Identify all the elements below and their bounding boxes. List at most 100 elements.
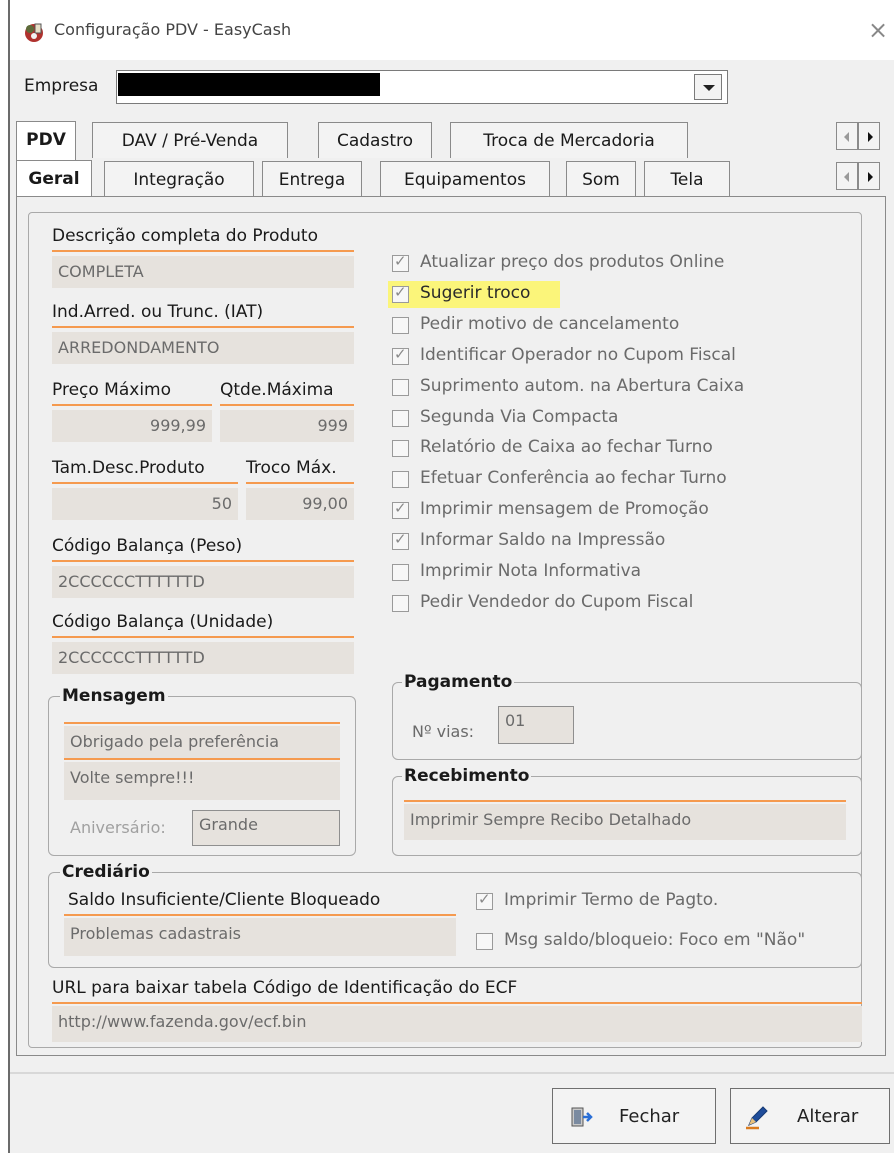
underline bbox=[52, 560, 354, 562]
option-label: Informar Saldo na Impressão bbox=[420, 530, 666, 550]
underline bbox=[52, 326, 354, 328]
option-label: Identificar Operador no Cupom Fiscal bbox=[420, 345, 736, 365]
tab-label: Troca de Mercadoria bbox=[483, 131, 655, 151]
tab-dav-pre-venda[interactable]: DAV / Pré-Venda bbox=[92, 122, 288, 158]
check-icon: ✓ bbox=[394, 499, 407, 517]
subtab-scroll-right-icon[interactable] bbox=[858, 162, 880, 190]
pen-icon bbox=[743, 1103, 771, 1136]
saldo-insuficiente-field[interactable]: Problemas cadastrais bbox=[64, 918, 456, 956]
check-icon: ✓ bbox=[394, 345, 407, 363]
aniversario-field[interactable]: Grande bbox=[192, 810, 340, 846]
url-label: URL para baixar tabela Código de Identif… bbox=[52, 978, 518, 998]
option-label: Sugerir troco bbox=[420, 283, 531, 303]
crediario-title: Crediário bbox=[60, 862, 152, 882]
troco-max-label: Troco Máx. bbox=[246, 458, 337, 478]
saldo-insuficiente-label: Saldo Insuficiente/Cliente Bloqueado bbox=[68, 890, 381, 910]
subtab-scroll-left-icon[interactable] bbox=[836, 162, 858, 190]
tab-scroll-left-icon[interactable] bbox=[836, 122, 858, 150]
alterar-button[interactable]: Alterar bbox=[730, 1088, 890, 1144]
option-checkbox-9[interactable]: ✓ Informar Saldo na Impressão bbox=[392, 528, 792, 556]
option-label: Pedir motivo de cancelamento bbox=[420, 314, 680, 334]
option-checkbox-5[interactable]: Segunda Via Compacta bbox=[392, 405, 792, 433]
checkbox-icon[interactable] bbox=[392, 595, 409, 612]
underline bbox=[64, 722, 340, 724]
option-checkbox-11[interactable]: Pedir Vendedor do Cupom Fiscal bbox=[392, 590, 792, 618]
option-label: Pedir Vendedor do Cupom Fiscal bbox=[420, 592, 694, 612]
empresa-label: Empresa bbox=[24, 76, 99, 96]
option-checkbox-0[interactable]: ✓ Atualizar preço dos produtos Online bbox=[392, 250, 792, 278]
chevron-down-icon[interactable] bbox=[694, 74, 722, 100]
underline bbox=[52, 250, 354, 252]
option-label: Efetuar Conferência ao fechar Turno bbox=[420, 468, 727, 488]
qtde-maxima-field[interactable]: 999 bbox=[220, 410, 354, 442]
tab-label: Cadastro bbox=[336, 131, 414, 151]
url-field[interactable]: http://www.fazenda.gov/ecf.bin bbox=[52, 1006, 862, 1042]
underline bbox=[64, 914, 456, 916]
tab-label: Integração bbox=[133, 170, 225, 190]
underline bbox=[52, 1002, 862, 1004]
tam-desc-label: Tam.Desc.Produto bbox=[52, 458, 205, 478]
troco-max-field[interactable]: 99,00 bbox=[246, 488, 354, 520]
empresa-redacted-value bbox=[118, 73, 380, 96]
iat-field[interactable]: ARREDONDAMENTO bbox=[52, 332, 354, 364]
option-checkbox-2[interactable]: Pedir motivo de cancelamento bbox=[392, 312, 792, 340]
tab-geral[interactable]: Geral bbox=[16, 160, 92, 198]
tab-tela[interactable]: Tela bbox=[644, 161, 730, 197]
checkbox-icon[interactable] bbox=[392, 410, 409, 427]
imprimir-termo-checkbox[interactable]: ✓ Imprimir Termo de Pagto. bbox=[476, 888, 806, 916]
vias-field[interactable]: 01 bbox=[498, 706, 574, 744]
tab-label: Tela bbox=[670, 170, 704, 190]
iat-label: Ind.Arred. ou Trunc. (IAT) bbox=[52, 302, 264, 322]
checkbox-icon[interactable]: ✓ bbox=[392, 283, 409, 303]
tab-troca-de-mercadoria[interactable]: Troca de Mercadoria bbox=[450, 122, 688, 158]
checkbox-icon[interactable]: ✓ bbox=[392, 252, 409, 272]
option-checkbox-4[interactable]: Suprimento autom. na Abertura Caixa bbox=[392, 374, 792, 402]
tab-label: PDV bbox=[26, 130, 66, 150]
option-checkbox-10[interactable]: Imprimir Nota Informativa bbox=[392, 559, 792, 587]
mensagem-line1-field[interactable]: Obrigado pela preferência bbox=[64, 726, 340, 758]
option-checkbox-7[interactable]: Efetuar Conferência ao fechar Turno bbox=[392, 466, 792, 494]
msg-saldo-foco-checkbox[interactable]: Msg saldo/bloqueio: Foco em "Não" bbox=[476, 928, 856, 956]
checkbox-icon[interactable]: ✓ bbox=[392, 345, 409, 365]
option-label: Atualizar preço dos produtos Online bbox=[420, 252, 725, 272]
checkbox-icon[interactable]: ✓ bbox=[392, 499, 409, 519]
recebimento-title: Recebimento bbox=[402, 766, 532, 786]
tab-entrega[interactable]: Entrega bbox=[262, 161, 362, 197]
checkbox-icon[interactable] bbox=[392, 471, 409, 488]
tab-label: Geral bbox=[28, 169, 80, 189]
underline bbox=[52, 404, 212, 406]
option-label: Imprimir mensagem de Promoção bbox=[420, 499, 709, 519]
fechar-button[interactable]: Fechar bbox=[552, 1088, 716, 1144]
checkbox-icon[interactable]: ✓ bbox=[392, 530, 409, 550]
tab-integracao[interactable]: Integração bbox=[104, 161, 254, 197]
tab-som[interactable]: Som bbox=[566, 161, 636, 197]
checkbox-icon[interactable] bbox=[392, 564, 409, 581]
mensagem-line2-field[interactable]: Volte sempre!!! bbox=[64, 762, 340, 800]
option-label: Relatório de Caixa ao fechar Turno bbox=[420, 437, 713, 457]
descricao-field[interactable]: COMPLETA bbox=[52, 256, 354, 288]
tab-label: DAV / Pré-Venda bbox=[121, 131, 259, 151]
option-checkbox-3[interactable]: ✓ Identificar Operador no Cupom Fiscal bbox=[392, 343, 792, 371]
option-checkbox-8[interactable]: ✓ Imprimir mensagem de Promoção bbox=[392, 497, 792, 525]
tab-cadastro[interactable]: Cadastro bbox=[318, 122, 432, 158]
underline bbox=[404, 800, 846, 802]
close-icon[interactable]: × bbox=[868, 16, 888, 44]
checkbox-icon[interactable] bbox=[392, 379, 409, 396]
tab-equipamentos[interactable]: Equipamentos bbox=[380, 161, 550, 197]
checkbox-icon[interactable] bbox=[476, 933, 493, 950]
underline bbox=[220, 404, 354, 406]
tab-pdv[interactable]: PDV bbox=[16, 121, 76, 161]
tab-label: Entrega bbox=[278, 170, 346, 190]
cod-balanca-peso-field[interactable]: 2CCCCCCTTTTTTD bbox=[52, 566, 354, 598]
checkbox-icon[interactable] bbox=[392, 317, 409, 334]
recebimento-field[interactable]: Imprimir Sempre Recibo Detalhado bbox=[404, 804, 846, 840]
cod-balanca-unidade-field[interactable]: 2CCCCCCTTTTTTD bbox=[52, 642, 354, 674]
option-checkbox-1[interactable]: ✓ Sugerir troco bbox=[388, 281, 792, 309]
checkbox-icon[interactable] bbox=[392, 440, 409, 457]
window-title: Configuração PDV - EasyCash bbox=[54, 20, 292, 39]
preco-maximo-field[interactable]: 999,99 bbox=[52, 410, 212, 442]
option-checkbox-6[interactable]: Relatório de Caixa ao fechar Turno bbox=[392, 435, 792, 463]
checkbox-icon[interactable]: ✓ bbox=[476, 890, 493, 910]
tam-desc-field[interactable]: 50 bbox=[52, 488, 238, 520]
tab-scroll-right-icon[interactable] bbox=[858, 122, 880, 150]
